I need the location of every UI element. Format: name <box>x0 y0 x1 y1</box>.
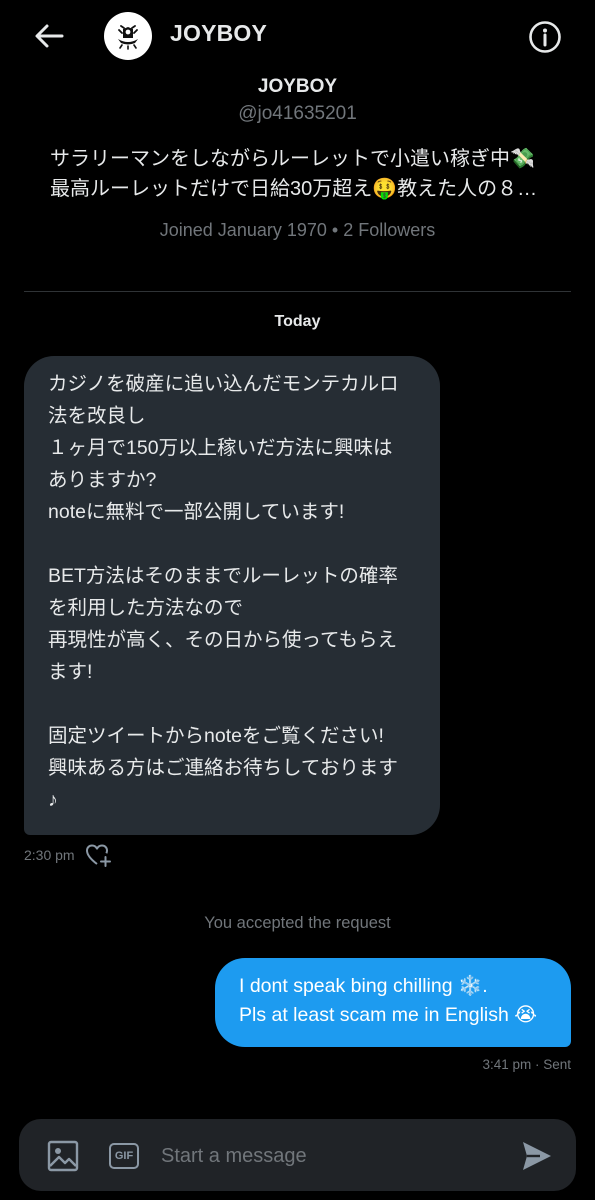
message-line: １ヶ月で150万以上稼いだ方法に興味は <box>48 437 393 459</box>
message-composer: GIF <box>19 1119 576 1191</box>
message-line: 再現性が高く、その日から使ってもらえ <box>48 629 398 651</box>
header-title[interactable]: JOYBOY <box>170 20 267 47</box>
profile-bio: サラリーマンをしながらルーレットで小遣い稼ぎ中💸 最高ルーレットだけで日給30万… <box>50 144 550 204</box>
conversation-header: JOYBOY <box>0 0 595 72</box>
gif-icon: GIF <box>109 1143 139 1169</box>
profile-bio-line: サラリーマンをしながらルーレットで小遣い稼ぎ中💸 <box>50 148 535 170</box>
message-input[interactable] <box>159 1135 493 1177</box>
message-line: 法を改良し <box>48 405 146 427</box>
message-line: カジノを破産に追い込んだモンテカルロ <box>48 373 399 395</box>
message-line: を利用した方法なので <box>48 597 244 619</box>
message-line: ♪ <box>48 789 58 811</box>
message-line <box>48 528 420 560</box>
react-button[interactable] <box>85 842 113 868</box>
divider <box>24 291 571 292</box>
ship-logo-icon <box>118 25 138 50</box>
message-line: noteに無料で一部公開しています! <box>48 501 345 523</box>
profile-name[interactable]: JOYBOY <box>0 76 595 98</box>
arrow-left-icon <box>35 24 64 48</box>
avatar[interactable] <box>104 12 152 60</box>
message-line: 固定ツイートからnoteをご覧ください! <box>48 725 384 747</box>
message-timestamp: 2:30 pm <box>24 847 75 863</box>
profile-handle[interactable]: @jo41635201 <box>0 103 595 125</box>
message-line: I dont speak bing chilling ❄️. <box>239 975 488 997</box>
message-line: BET方法はそのままでルーレットの確率 <box>48 565 398 587</box>
add-image-button[interactable] <box>45 1138 81 1174</box>
message-line: Pls at least scam me in English 😭 <box>239 1004 538 1026</box>
profile-bio-line: 最高ルーレットだけで日給30万超え🤑教えた人の８… <box>50 178 538 200</box>
back-button[interactable] <box>30 18 68 54</box>
message-status: 3:41 pm · Sent <box>482 1057 571 1072</box>
heart-plus-icon <box>85 844 111 867</box>
message-line: ます! <box>48 661 93 683</box>
image-icon <box>47 1140 79 1172</box>
message-line: 興味ある方はご連絡お待ちしております <box>48 757 398 779</box>
outgoing-message-bubble[interactable]: I dont speak bing chilling ❄️. Pls at le… <box>215 958 571 1047</box>
message-line <box>48 688 420 720</box>
date-separator: Today <box>274 313 321 330</box>
info-circle-icon <box>529 21 561 53</box>
message-line: ありますか? <box>48 469 157 491</box>
add-gif-button[interactable]: GIF <box>107 1141 141 1171</box>
profile-meta: Joined January 1970 • 2 Followers <box>159 220 436 240</box>
send-icon <box>523 1142 551 1170</box>
send-button[interactable] <box>518 1137 556 1175</box>
info-button[interactable] <box>527 19 563 55</box>
incoming-message-meta: 2:30 pm <box>24 843 113 867</box>
incoming-message-bubble[interactable]: カジノを破産に追い込んだモンテカルロ 法を改良し １ヶ月で150万以上稼いだ方法… <box>24 356 440 835</box>
system-note: You accepted the request <box>204 914 391 932</box>
